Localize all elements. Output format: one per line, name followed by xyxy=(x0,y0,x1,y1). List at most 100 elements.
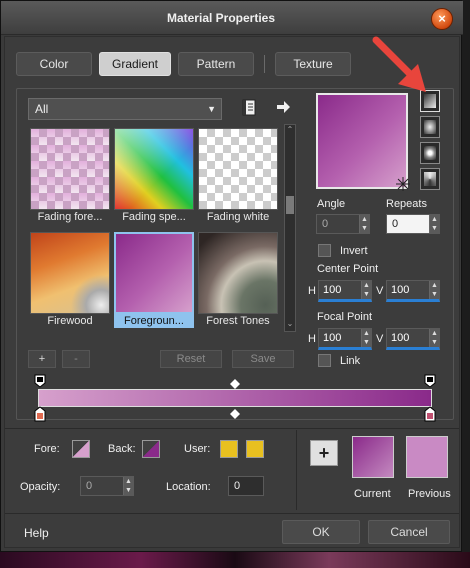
location-value: 0 xyxy=(234,480,241,492)
help-link[interactable]: Help xyxy=(24,526,49,540)
thumbnail-scrollbar[interactable]: ⌃ ⌄ xyxy=(284,124,296,332)
gradient-thumb-label: Foregroun... xyxy=(114,314,194,328)
current-swatch[interactable] xyxy=(352,436,394,478)
cancel-button[interactable]: Cancel xyxy=(368,520,450,544)
focal-h-value: 100 xyxy=(323,332,342,344)
fore-swatch[interactable] xyxy=(72,440,90,458)
spinner-arrows-icon[interactable]: ▲ ▼ xyxy=(361,281,371,299)
focal-point-label: Focal Point xyxy=(317,311,373,323)
user-label: User: xyxy=(184,443,211,455)
sunburst-style-icon[interactable] xyxy=(420,142,440,164)
previous-label: Previous xyxy=(408,488,451,500)
gradient-thumb-label: Fading fore... xyxy=(37,211,103,223)
back-swatch[interactable] xyxy=(142,440,160,458)
spinner-arrows-icon[interactable]: ▲ ▼ xyxy=(429,329,439,347)
link-checkbox[interactable] xyxy=(318,354,331,367)
user-swatch-2[interactable] xyxy=(246,440,264,458)
title-bar[interactable]: Material Properties × xyxy=(1,1,463,35)
focal-v-label: V xyxy=(376,333,384,345)
remove-stop-button[interactable]: - xyxy=(62,350,90,368)
arrow-right-icon[interactable] xyxy=(274,98,292,116)
color-stop-left-icon[interactable] xyxy=(34,406,46,422)
tab-texture[interactable]: Texture xyxy=(275,52,351,76)
back-label: Back: xyxy=(108,443,136,455)
gradient-thumb[interactable]: Fading fore... xyxy=(30,128,110,224)
radial-style-icon[interactable] xyxy=(420,168,440,190)
opacity-spinner[interactable]: 0 ▲ ▼ xyxy=(80,476,134,496)
tab-separator xyxy=(264,55,265,73)
tab-pattern[interactable]: Pattern xyxy=(178,52,254,76)
fading-white-preview xyxy=(198,128,278,210)
angle-value: 0 xyxy=(322,218,329,230)
color-midpoint-icon[interactable] xyxy=(230,408,240,419)
previous-swatch[interactable] xyxy=(406,436,448,478)
ok-button[interactable]: OK xyxy=(282,520,360,544)
focal-h-spinner[interactable]: 100 ▲ ▼ xyxy=(318,328,372,350)
annotation-arrow-icon xyxy=(370,36,430,96)
gradient-bar[interactable] xyxy=(38,389,432,407)
spinner-arrows-icon[interactable]: ▲ ▼ xyxy=(429,281,439,299)
spinner-arrows-icon[interactable]: ▲ ▼ xyxy=(123,477,133,495)
gradient-preview[interactable] xyxy=(316,93,410,191)
opacity-stop-right-icon[interactable] xyxy=(424,374,436,388)
fading-spectrum-preview xyxy=(114,128,194,210)
opacity-stop-left-icon[interactable] xyxy=(34,374,46,388)
invert-label: Invert xyxy=(340,245,368,257)
center-v-label: V xyxy=(376,285,384,297)
chevron-down-icon[interactable]: ⌄ xyxy=(286,319,294,328)
gradient-thumb[interactable]: Forest Tones xyxy=(198,232,278,328)
center-h-spinner[interactable]: 100 ▲ ▼ xyxy=(318,280,372,302)
rectangular-style-icon[interactable] xyxy=(420,116,440,138)
gradient-thumb[interactable]: Firewood xyxy=(30,232,110,328)
center-h-label: H xyxy=(308,285,316,297)
gradient-thumb-label: Firewood xyxy=(47,315,93,327)
forest-tones-preview xyxy=(198,232,278,314)
color-stop-right-icon[interactable] xyxy=(424,406,436,422)
location-field[interactable]: 0 xyxy=(228,476,264,496)
spinner-arrows-icon[interactable]: ▲ ▼ xyxy=(429,215,439,233)
opacity-value: 0 xyxy=(86,480,93,492)
opacity-midpoint-icon[interactable] xyxy=(230,378,240,389)
divider xyxy=(296,430,297,510)
user-swatch-1[interactable] xyxy=(220,440,238,458)
category-dropdown[interactable]: All ▼ xyxy=(28,98,222,120)
center-v-spinner[interactable]: 100 ▲ ▼ xyxy=(386,280,440,302)
repeats-value: 0 xyxy=(392,218,399,230)
spinner-arrows-icon[interactable]: ▲ ▼ xyxy=(361,329,371,347)
save-button[interactable]: Save xyxy=(232,350,294,368)
firewood-preview xyxy=(30,232,110,314)
gradient-thumb-label: Forest Tones xyxy=(206,315,270,327)
chevron-up-icon[interactable]: ⌃ xyxy=(286,125,294,134)
current-label: Current xyxy=(354,488,391,500)
angle-spinner[interactable]: 0 ▲ ▼ xyxy=(316,214,370,234)
opacity-label: Opacity: xyxy=(20,481,61,493)
gradient-thumb-selected[interactable]: Foregroun... xyxy=(114,232,194,328)
add-stop-button[interactable]: + xyxy=(28,350,56,368)
repeats-spinner[interactable]: 0 ▲ ▼ xyxy=(386,214,440,234)
divider xyxy=(5,428,459,429)
gradient-thumb[interactable]: Fading spe... xyxy=(114,128,194,224)
focal-v-spinner[interactable]: 100 ▲ ▼ xyxy=(386,328,440,350)
center-h-value: 100 xyxy=(323,284,342,296)
add-to-swatches-button[interactable]: + xyxy=(310,440,338,466)
scrollbar-thumb[interactable] xyxy=(286,196,294,214)
library-icon[interactable] xyxy=(240,98,258,118)
repeats-label: Repeats xyxy=(386,198,427,210)
angle-label: Angle xyxy=(317,198,346,210)
focal-v-value: 100 xyxy=(391,332,410,344)
spinner-arrows-icon[interactable]: ▲ ▼ xyxy=(359,215,369,233)
close-button[interactable]: × xyxy=(431,8,453,30)
link-label: Link xyxy=(340,355,361,367)
background-image-strip xyxy=(0,552,470,568)
gradient-thumb-label: Fading white xyxy=(206,211,270,223)
focal-h-label: H xyxy=(308,333,316,345)
crosshair-icon[interactable] xyxy=(396,177,410,191)
fading-foreground-preview xyxy=(30,128,110,210)
tab-color[interactable]: Color xyxy=(16,52,92,76)
gradient-thumb-label: Fading spe... xyxy=(122,211,186,223)
gradient-thumb[interactable]: Fading white xyxy=(198,128,278,224)
tab-gradient[interactable]: Gradient xyxy=(99,52,171,76)
dialog-title: Material Properties xyxy=(166,11,276,25)
invert-checkbox[interactable] xyxy=(318,244,331,257)
reset-button[interactable]: Reset xyxy=(160,350,222,368)
